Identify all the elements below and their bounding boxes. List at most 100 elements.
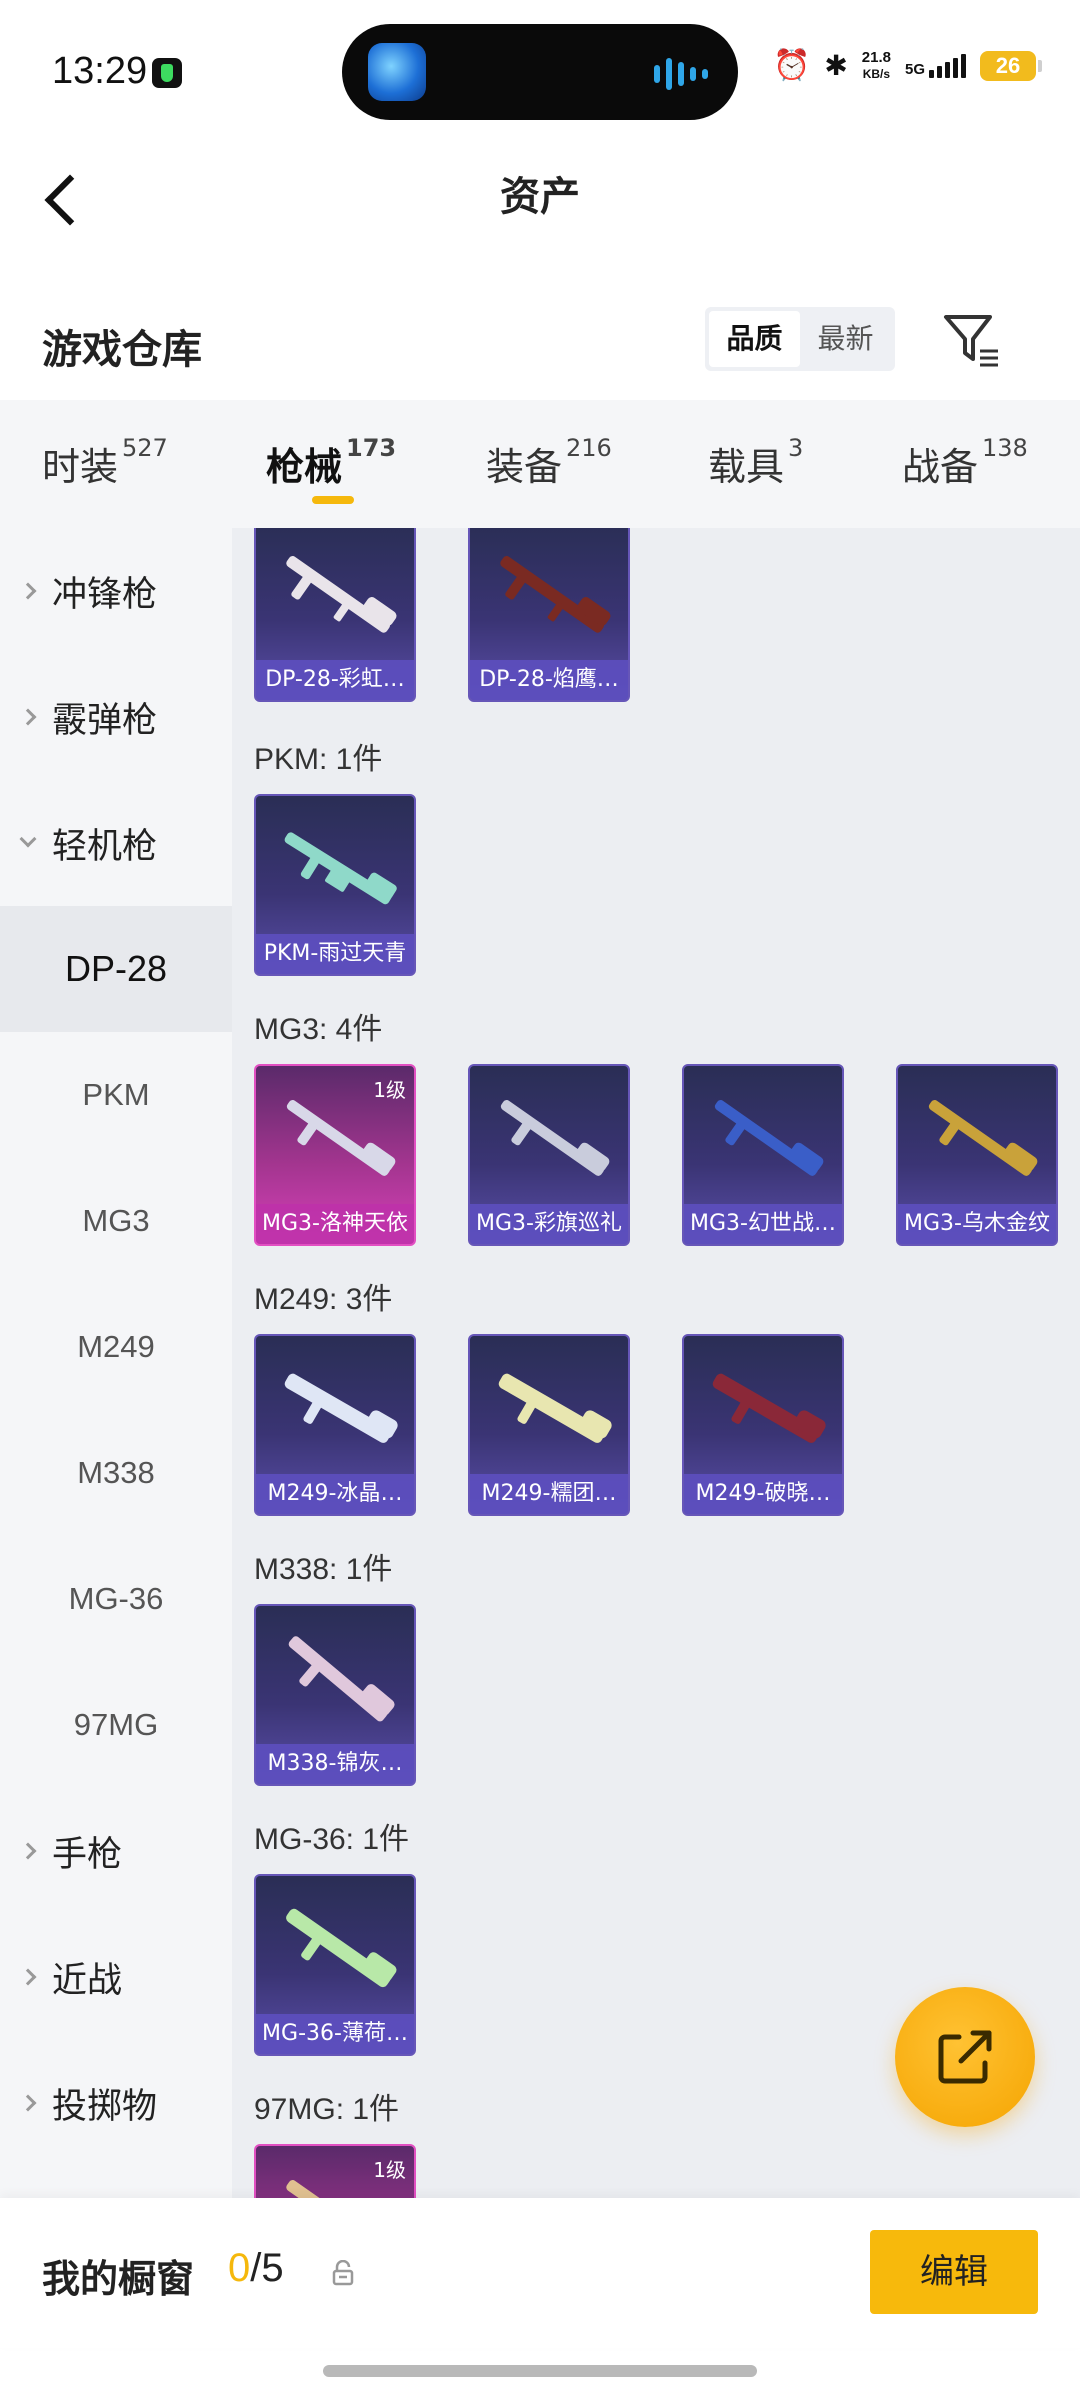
sidebar-item-m249[interactable]: M249 — [0, 1284, 232, 1410]
tab-vehicles[interactable]: 载具 3 — [708, 434, 803, 491]
chevron-right-icon — [19, 582, 37, 600]
gun-skin-image — [500, 556, 611, 633]
weapon-card[interactable]: 1级 — [254, 2144, 416, 2198]
sidebar-item-melee[interactable]: 近战 — [0, 1914, 232, 2040]
weapon-card[interactable]: M338-锦灰… — [254, 1604, 416, 1786]
weapon-card-name: MG3-洛神天依 — [256, 1204, 414, 1244]
status-icons: ⏰ ✱ 21.8 KB/s 5G 26 — [772, 48, 1042, 83]
gun-skin-image — [500, 1100, 610, 1176]
weapon-card-name: PKM-雨过天青 — [256, 934, 414, 974]
gun-skin-image — [712, 1373, 826, 1443]
weapon-card-name: DP-28-焰鹰… — [470, 660, 628, 700]
edit-button[interactable]: 编辑 — [870, 2230, 1038, 2314]
gun-skin-image — [284, 1373, 398, 1443]
weapon-card[interactable]: DP-28-彩虹… — [254, 528, 416, 702]
lock-icon — [332, 2260, 354, 2286]
category-tabs: 时装 527 枪械 173 装备 216 载具 3 战备 138 — [0, 400, 1080, 528]
warehouse-title: 游戏仓库 — [42, 327, 202, 373]
signal-icon — [929, 53, 966, 78]
gun-skin-image — [286, 1908, 397, 1988]
sidebar-item-m338[interactable]: M338 — [0, 1410, 232, 1536]
sidebar-item-pkm[interactable]: PKM — [0, 1032, 232, 1158]
bluetooth-icon: ✱ — [824, 49, 848, 82]
gun-skin-image — [286, 1100, 396, 1176]
chevron-right-icon — [19, 1968, 37, 1986]
sort-quality-button[interactable]: 品质 — [709, 311, 800, 367]
sidebar-item-mg36[interactable]: MG-36 — [0, 1536, 232, 1662]
sidebar-item-shotgun[interactable]: 霰弹枪 — [0, 654, 232, 780]
weapon-category-sidebar: 冲锋枪 霰弹枪 轻机枪 DP-28 PKM MG3 M249 M338 MG-3… — [0, 528, 232, 2198]
weapon-card[interactable]: M249-破晓… — [682, 1334, 844, 1516]
status-bar: 13:29 ⏰ ✱ 21.8 KB/s 5G 26 — [0, 0, 1080, 140]
sort-newest-button[interactable]: 最新 — [800, 311, 891, 367]
weapon-card[interactable]: MG3-彩旗巡礼 — [468, 1064, 630, 1246]
tab-fashion[interactable]: 时装 527 — [42, 434, 168, 491]
sidebar-item-pistol[interactable]: 手枪 — [0, 1788, 232, 1914]
cellular-indicator: 5G — [904, 53, 966, 78]
gun-skin-image — [288, 1636, 395, 1722]
page-title: 资产 — [500, 174, 580, 220]
dynamic-island[interactable] — [342, 24, 738, 120]
gun-skin-image — [284, 832, 397, 905]
battery-icon: 26 — [980, 50, 1042, 81]
network-speed: 21.8 KB/s — [861, 48, 891, 81]
sidebar-item-throwable[interactable]: 投掷物 — [0, 2040, 232, 2166]
weapon-card-name: DP-28-彩虹… — [256, 660, 414, 700]
sidebar-item-smg[interactable]: 冲锋枪 — [0, 528, 232, 654]
sidebar-item-mg3[interactable]: MG3 — [0, 1158, 232, 1284]
weapon-card[interactable]: M249-糯团… — [468, 1334, 630, 1516]
gun-skin-image — [286, 2180, 390, 2198]
gun-skin-image — [714, 1100, 824, 1176]
sidebar-item-dp28[interactable]: DP-28 — [0, 906, 232, 1032]
group-label-97mg: 97MG: 1件 — [254, 2093, 400, 2126]
group-label-pkm: PKM: 1件 — [254, 743, 383, 776]
gun-skin-image — [286, 556, 397, 633]
weapon-card[interactable]: DP-28-焰鹰… — [468, 528, 630, 702]
group-label-mg3: MG3: 4件 — [254, 1013, 383, 1046]
group-label-m338: M338: 1件 — [254, 1553, 393, 1586]
media-thumbnail — [368, 43, 426, 101]
nav-bar: 资产 — [0, 140, 1080, 270]
sidebar-item-lmg[interactable]: 轻机枪 — [0, 780, 232, 906]
showcase-title: 我的橱窗 — [42, 2257, 195, 2301]
weapon-card-name: M249-破晓… — [684, 1474, 842, 1514]
share-icon — [938, 2030, 992, 2084]
weapon-card-name: MG3-彩旗巡礼 — [470, 1204, 628, 1244]
showcase-count: 0/5 — [228, 2246, 284, 2290]
tab-guns[interactable]: 枪械 173 — [266, 434, 396, 491]
tab-equipment[interactable]: 装备 216 — [486, 434, 612, 491]
weapon-card[interactable]: MG-36-薄荷… — [254, 1874, 416, 2056]
chevron-down-icon — [19, 830, 37, 848]
weapon-card[interactable]: MG3-乌木金纹 — [896, 1064, 1058, 1246]
weapon-card-name: MG3-幻世战… — [684, 1204, 842, 1244]
group-label-mg36: MG-36: 1件 — [254, 1823, 410, 1856]
home-indicator[interactable] — [323, 2365, 757, 2377]
tab-supplies[interactable]: 战备 138 — [902, 434, 1028, 491]
gun-skin-image — [928, 1100, 1038, 1176]
share-button[interactable] — [895, 1987, 1035, 2127]
weapon-card[interactable]: MG3-幻世战… — [682, 1064, 844, 1246]
weapon-card[interactable]: 1级 MG3-洛神天依 — [254, 1064, 416, 1246]
status-time: 13:29 — [52, 50, 148, 92]
chevron-right-icon — [19, 708, 37, 726]
weapon-card-name: MG3-乌木金纹 — [898, 1204, 1056, 1244]
weapon-list[interactable]: DP-28-彩虹… DP-28-焰鹰… PKM: 1件 PKM-雨过天青 MG3… — [232, 528, 1080, 2198]
warehouse-header: 游戏仓库 品质 最新 — [0, 285, 1080, 400]
weapon-card-name: MG-36-薄荷… — [256, 2014, 414, 2054]
weapon-card-name: M249-冰晶… — [256, 1474, 414, 1514]
weapon-card-name: M338-锦灰… — [256, 1744, 414, 1784]
sort-toggle: 品质 最新 — [705, 307, 895, 371]
active-tab-indicator — [312, 496, 354, 504]
network-type: 5G — [904, 60, 925, 78]
weapon-card[interactable]: M249-冰晶… — [254, 1334, 416, 1516]
alarm-icon: ⏰ — [772, 48, 811, 83]
weapon-card[interactable]: PKM-雨过天青 — [254, 794, 416, 976]
showcase-bar: 我的橱窗 0/5 编辑 — [0, 2198, 1080, 2348]
chevron-right-icon — [19, 2094, 37, 2112]
weapon-card-name: M249-糯团… — [470, 1474, 628, 1514]
filter-icon[interactable] — [940, 307, 1004, 371]
app-notification-icon — [152, 58, 182, 88]
gun-skin-image — [498, 1373, 612, 1443]
chevron-right-icon — [19, 1842, 37, 1860]
sidebar-item-97mg[interactable]: 97MG — [0, 1662, 232, 1788]
